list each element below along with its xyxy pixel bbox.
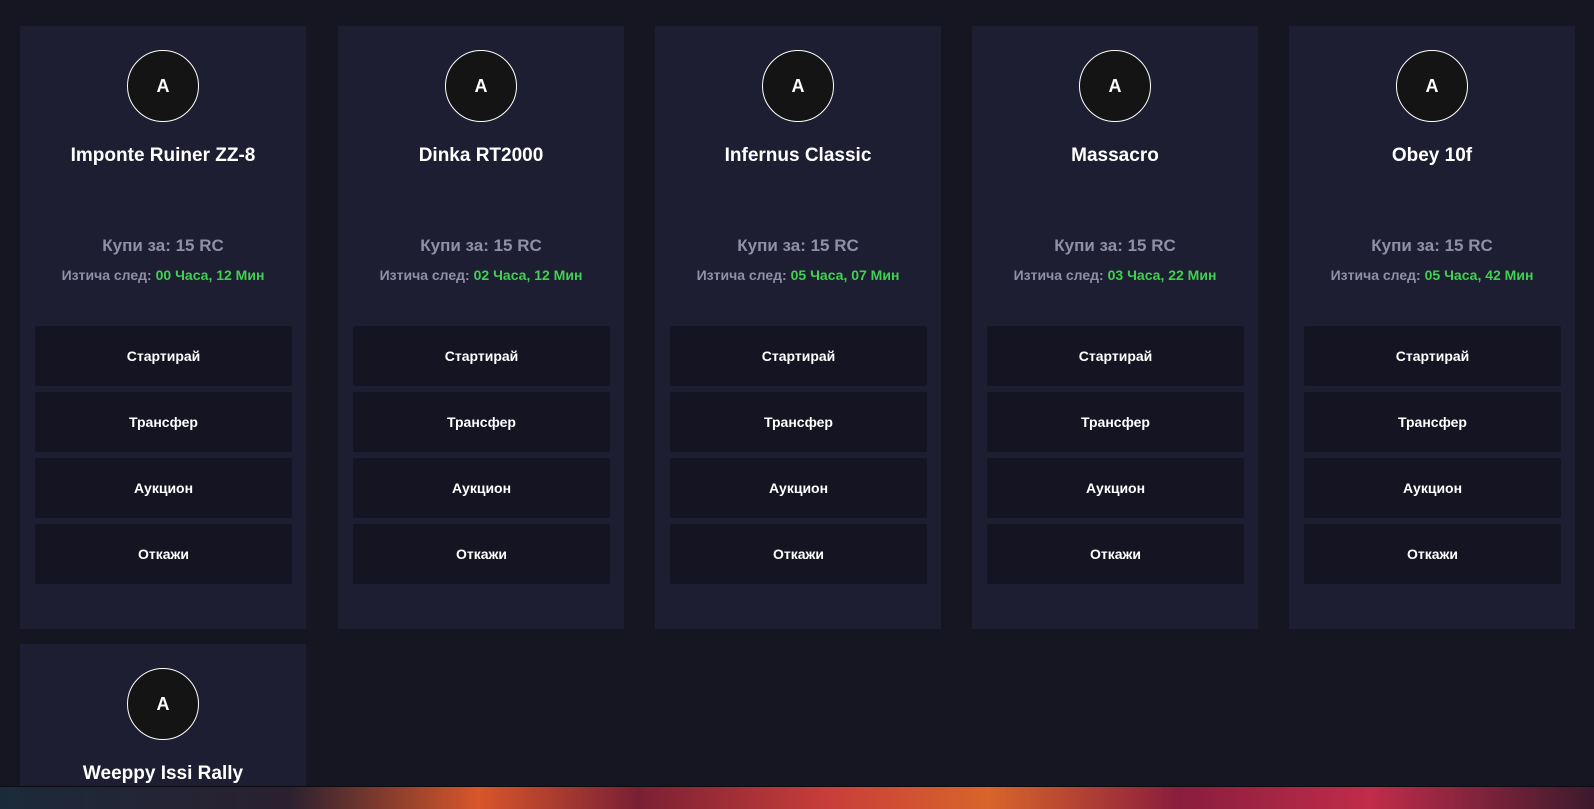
transfer-button[interactable]: Трансфер xyxy=(987,392,1244,452)
start-button[interactable]: Стартирай xyxy=(987,326,1244,386)
expiry-time: 03 Часа, 22 Мин xyxy=(1107,267,1217,283)
vehicle-price: Купи за: 15 RC xyxy=(1371,236,1493,255)
start-button[interactable]: Стартирай xyxy=(353,326,610,386)
vehicle-price: Купи за: 15 RC xyxy=(102,236,224,255)
vehicle-expiry: Изтича след: 05 Часа, 07 Мин xyxy=(655,267,941,283)
decline-button[interactable]: Откажи xyxy=(987,524,1244,584)
vehicle-card: A Infernus Classic Купи за: 15 RC Изтича… xyxy=(655,26,941,629)
vehicle-card: A Massacro Купи за: 15 RC Изтича след: 0… xyxy=(972,26,1258,629)
expiry-label: Изтича след: xyxy=(379,267,474,283)
vehicle-expiry: Изтича след: 03 Часа, 22 Мин xyxy=(972,267,1258,283)
vehicle-expiry: Изтича след: 00 Часа, 12 Мин xyxy=(20,267,306,283)
vehicle-name: Weeppy Issi Rally xyxy=(82,763,244,784)
expiry-label: Изтича след: xyxy=(61,267,156,283)
start-button[interactable]: Стартирай xyxy=(1304,326,1561,386)
vehicle-name: Infernus Classic xyxy=(724,145,872,166)
vehicle-avatar: A xyxy=(127,668,199,740)
expiry-time: 02 Часа, 12 Мин xyxy=(473,267,583,283)
vehicle-avatar: A xyxy=(762,50,834,122)
transfer-button[interactable]: Трансфер xyxy=(353,392,610,452)
transfer-button[interactable]: Трансфер xyxy=(1304,392,1561,452)
vehicle-avatar: A xyxy=(1079,50,1151,122)
auction-button[interactable]: Аукцион xyxy=(1304,458,1561,518)
decline-button[interactable]: Откажи xyxy=(35,524,292,584)
vehicle-name: Imponte Ruiner ZZ-8 xyxy=(70,145,256,166)
expiry-label: Изтича след: xyxy=(1013,267,1108,283)
vehicle-name: Dinka RT2000 xyxy=(418,145,544,166)
transfer-button[interactable]: Трансфер xyxy=(670,392,927,452)
decline-button[interactable]: Откажи xyxy=(353,524,610,584)
expiry-time: 00 Часа, 12 Мин xyxy=(155,267,265,283)
vehicle-card: A Weeppy Issi Rally xyxy=(20,644,306,787)
vehicle-name: Obey 10f xyxy=(1391,145,1473,166)
expiry-label: Изтича след: xyxy=(696,267,791,283)
vehicle-list-viewport[interactable]: A Imponte Ruiner ZZ-8 Купи за: 15 RC Изт… xyxy=(0,0,1594,787)
vehicle-card: A Dinka RT2000 Купи за: 15 RC Изтича сле… xyxy=(338,26,624,629)
expiry-label: Изтича след: xyxy=(1330,267,1425,283)
decline-button[interactable]: Откажи xyxy=(1304,524,1561,584)
vehicle-expiry: Изтича след: 05 Часа, 42 Мин xyxy=(1289,267,1575,283)
vehicle-avatar: A xyxy=(1396,50,1468,122)
auction-button[interactable]: Аукцион xyxy=(353,458,610,518)
expiry-time: 05 Часа, 07 Мин xyxy=(790,267,900,283)
vehicle-name: Massacro xyxy=(1071,145,1159,166)
background-artwork xyxy=(0,787,1594,809)
expiry-time: 05 Часа, 42 Мин xyxy=(1424,267,1534,283)
auction-button[interactable]: Аукцион xyxy=(987,458,1244,518)
auction-button[interactable]: Аукцион xyxy=(670,458,927,518)
vehicle-card: A Obey 10f Купи за: 15 RC Изтича след: 0… xyxy=(1289,26,1575,629)
start-button[interactable]: Стартирай xyxy=(670,326,927,386)
auction-button[interactable]: Аукцион xyxy=(35,458,292,518)
start-button[interactable]: Стартирай xyxy=(35,326,292,386)
vehicle-price: Купи за: 15 RC xyxy=(420,236,542,255)
vehicle-expiry: Изтича след: 02 Часа, 12 Мин xyxy=(338,267,624,283)
vehicle-price: Купи за: 15 RC xyxy=(1054,236,1176,255)
decline-button[interactable]: Откажи xyxy=(670,524,927,584)
vehicle-avatar: A xyxy=(445,50,517,122)
vehicle-card: A Imponte Ruiner ZZ-8 Купи за: 15 RC Изт… xyxy=(20,26,306,629)
vehicle-avatar: A xyxy=(127,50,199,122)
vehicle-price: Купи за: 15 RC xyxy=(737,236,859,255)
transfer-button[interactable]: Трансфер xyxy=(35,392,292,452)
